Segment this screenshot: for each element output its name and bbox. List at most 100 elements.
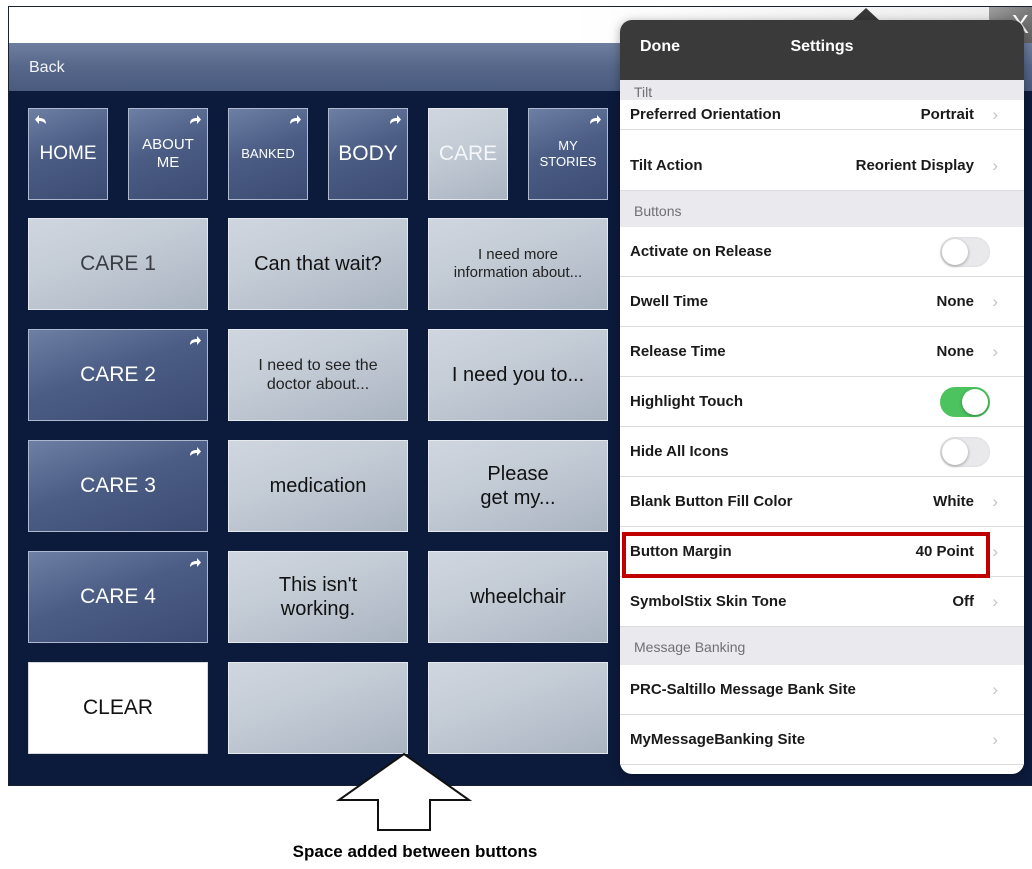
nav-button-my-stories[interactable]: MY STORIES: [528, 108, 608, 200]
grid-button-label: CARE 2: [80, 363, 156, 387]
grid-button-see-the-doctor[interactable]: I need to see the doctor about...: [228, 329, 408, 421]
grid-button-blank[interactable]: [428, 662, 608, 754]
nav-button-about-me[interactable]: ABOUT ME: [128, 108, 208, 200]
nav-button-label: ABOUT ME: [142, 136, 194, 171]
nav-button-label: CARE: [438, 142, 498, 166]
annotation-caption: Space added between buttons: [292, 842, 538, 861]
row-highlight-touch[interactable]: Highlight Touch: [620, 377, 1024, 427]
grid-button-wheelchair[interactable]: wheelchair: [428, 551, 608, 643]
grid-button-this-isnt-working[interactable]: This isn't working.: [228, 551, 408, 643]
row-label: SymbolStix Skin Tone: [630, 593, 787, 610]
grid-button-label: CARE 3: [80, 474, 156, 498]
row-value: Portrait: [920, 106, 974, 123]
row-label: Release Time: [630, 343, 726, 360]
row-preferred-orientation[interactable]: Preferred Orientation Portrait ›: [620, 100, 1024, 130]
grid-button-label: CLEAR: [82, 696, 154, 720]
row-button-margin[interactable]: Button Margin 40 Point ›: [620, 527, 1024, 577]
chevron-right-icon: ›: [992, 592, 998, 611]
nav-button-label: BANKED: [241, 146, 295, 162]
nav-button-label: HOME: [39, 142, 97, 164]
chevron-right-icon: ›: [992, 156, 998, 175]
row-prc-saltillo-message-bank-site[interactable]: PRC-Saltillo Message Bank Site ›: [620, 665, 1024, 715]
row-label: Blank Button Fill Color: [630, 493, 793, 510]
row-label: Dwell Time: [630, 293, 709, 310]
chevron-right-icon: ›: [992, 342, 998, 361]
section-header-tilt: Tilt: [620, 80, 1024, 100]
row-hide-all-icons[interactable]: Hide All Icons: [620, 427, 1024, 477]
grid-button-medication[interactable]: medication: [228, 440, 408, 532]
row-release-time[interactable]: Release Time None ›: [620, 327, 1024, 377]
chevron-right-icon: ›: [992, 542, 998, 561]
settings-popover: Done Settings Tilt Preferred Orientation…: [620, 20, 1024, 774]
nav-button-body[interactable]: BODY: [328, 108, 408, 200]
grid-button-label: medication: [269, 475, 367, 497]
row-mymessagebanking-site[interactable]: MyMessageBanking Site ›: [620, 715, 1024, 765]
grid-button-label: This isn't working.: [278, 574, 358, 620]
grid-button-care-2[interactable]: CARE 2: [28, 329, 208, 421]
section-header-buttons: Buttons: [620, 191, 1024, 227]
grid-button-can-that-wait[interactable]: Can that wait?: [228, 218, 408, 310]
nav-button-care[interactable]: CARE: [428, 108, 508, 200]
row-value: None: [936, 293, 975, 310]
forward-arrow-icon: [190, 447, 201, 456]
grid-button-label: I need to see the doctor about...: [258, 356, 378, 393]
grid-button-label: CARE 1: [80, 252, 156, 276]
row-value: Reorient Display: [855, 157, 974, 174]
row-label: Highlight Touch: [630, 393, 744, 410]
row-label: Activate on Release: [630, 243, 772, 260]
row-label: MyMessageBanking Site: [630, 731, 806, 748]
forward-arrow-icon: [590, 115, 601, 124]
back-button[interactable]: Back: [29, 59, 65, 77]
grid-button-need-you-to[interactable]: I need you to...: [428, 329, 608, 421]
nav-button-home[interactable]: HOME: [28, 108, 108, 200]
toggle-knob: [942, 439, 968, 465]
grid-button-need-more-information[interactable]: I need more information about...: [428, 218, 608, 310]
grid-button-label: CARE 4: [80, 585, 156, 609]
row-label: PRC-Saltillo Message Bank Site: [630, 681, 856, 698]
nav-button-banked[interactable]: BANKED: [228, 108, 308, 200]
chevron-right-icon: ›: [992, 680, 998, 699]
forward-arrow-icon: [290, 115, 301, 124]
row-activate-on-release[interactable]: Activate on Release: [620, 227, 1024, 277]
grid-button-label: Please get my...: [480, 463, 556, 509]
toggle-knob: [962, 389, 988, 415]
row-label: Tilt Action: [630, 157, 703, 174]
chevron-right-icon: ›: [992, 730, 998, 749]
grid-button-please-get-my[interactable]: Please get my...: [428, 440, 608, 532]
chevron-right-icon: ›: [992, 292, 998, 311]
hide-all-icons-toggle[interactable]: [940, 437, 990, 467]
up-arrow-icon: [335, 752, 473, 831]
row-dwell-time[interactable]: Dwell Time None ›: [620, 277, 1024, 327]
row-tilt-action[interactable]: Tilt Action Reorient Display ›: [620, 141, 1024, 191]
row-value: 40 Point: [915, 543, 974, 560]
row-symbolstix-skin-tone[interactable]: SymbolStix Skin Tone Off ›: [620, 577, 1024, 627]
highlight-touch-toggle[interactable]: [940, 387, 990, 417]
row-label: Hide All Icons: [630, 443, 729, 460]
grid-button-label: wheelchair: [470, 586, 566, 608]
back-arrow-icon: [35, 115, 46, 124]
settings-title: Settings: [790, 38, 854, 55]
row-value: White: [933, 493, 974, 510]
section-header-message-banking: Message Banking: [620, 627, 1024, 665]
grid-button-care-4[interactable]: CARE 4: [28, 551, 208, 643]
grid-button-care-1[interactable]: CARE 1: [28, 218, 208, 310]
forward-arrow-icon: [190, 558, 201, 567]
nav-button-label: MY STORIES: [539, 138, 597, 169]
grid-button-label: I need you to...: [451, 364, 585, 386]
activate-on-release-toggle[interactable]: [940, 237, 990, 267]
chevron-right-icon: ›: [992, 492, 998, 511]
grid-button-blank[interactable]: [228, 662, 408, 754]
nav-button-label: BODY: [338, 142, 398, 166]
chevron-right-icon: ›: [992, 105, 998, 124]
grid-button-label: I need more information about...: [453, 246, 583, 281]
row-blank-button-fill-color[interactable]: Blank Button Fill Color White ›: [620, 477, 1024, 527]
toggle-knob: [942, 239, 968, 265]
grid-button-clear[interactable]: CLEAR: [28, 662, 208, 754]
row-value: Off: [952, 593, 974, 610]
grid-button-label: Can that wait?: [254, 253, 382, 275]
forward-arrow-icon: [390, 115, 401, 124]
grid-button-care-3[interactable]: CARE 3: [28, 440, 208, 532]
forward-arrow-icon: [190, 115, 201, 124]
settings-header: Done Settings: [620, 20, 1024, 80]
row-value: None: [936, 343, 975, 360]
